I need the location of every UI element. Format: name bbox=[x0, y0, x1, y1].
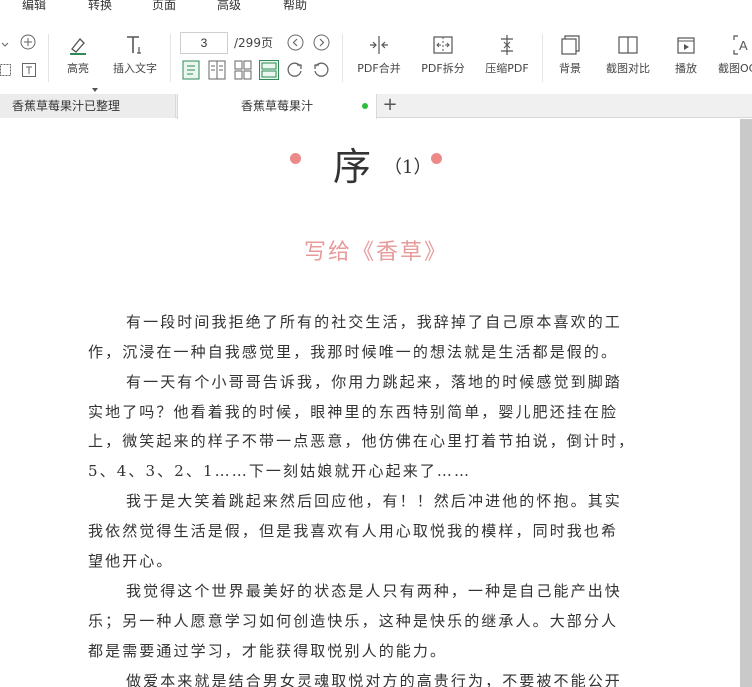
text-line: 乐；另一种人愿意学习如何创造快乐，这种是快乐的继承人。大部分人 bbox=[88, 612, 619, 630]
tab-active-file[interactable]: 香蕉草莓果汁 bbox=[177, 94, 377, 119]
svg-text:A: A bbox=[739, 38, 748, 53]
text-line: 实地了吗？他看着我的时候，眼神里的东西特别简单，婴儿肥还挂在脸 bbox=[88, 403, 619, 421]
prev-page-icon[interactable] bbox=[287, 34, 304, 55]
highlight-button[interactable]: 高亮 bbox=[60, 34, 96, 76]
insert-text-label: 插入文字 bbox=[113, 62, 157, 75]
compress-pdf-button[interactable]: 压缩PDF bbox=[482, 34, 532, 76]
vertical-scrollbar[interactable] bbox=[740, 119, 752, 687]
toolbar: 高亮 插入文字 3 /299页 PDF合并 PDF拆分 压缩PDF 背景 截图对… bbox=[0, 14, 752, 94]
highlight-label: 高亮 bbox=[67, 62, 89, 75]
double-page-icon[interactable] bbox=[208, 60, 226, 84]
screenshot-compare-button[interactable]: 截图对比 bbox=[602, 34, 654, 76]
menu-convert[interactable]: 转换 bbox=[88, 0, 112, 13]
pdf-merge-button[interactable]: PDF合并 bbox=[354, 34, 404, 76]
add-tab-button[interactable]: + bbox=[380, 94, 400, 118]
insert-text-button[interactable]: 插入文字 bbox=[108, 34, 162, 76]
page-title-number: （1） bbox=[384, 157, 432, 178]
continuous-scroll-icon[interactable] bbox=[259, 60, 279, 84]
text-select-icon[interactable] bbox=[22, 62, 36, 81]
menu-help[interactable]: 帮助 bbox=[283, 0, 307, 13]
fit-page-icon[interactable] bbox=[0, 62, 12, 81]
zoom-in-icon[interactable] bbox=[20, 34, 36, 54]
text-line: 有一段时间我拒绝了所有的社交生活，我辞掉了自己原本喜欢的工 bbox=[126, 313, 622, 331]
ocr-label: 截图OCR bbox=[718, 62, 752, 75]
text-line: 都是需要通过学习，才能获得取悦别人的能力。 bbox=[88, 642, 448, 660]
tab-organized-file[interactable]: 香蕉草莓果汁已整理 bbox=[0, 94, 176, 118]
text-icon bbox=[127, 36, 141, 54]
play-icon bbox=[677, 37, 695, 54]
single-page-icon[interactable] bbox=[182, 60, 200, 84]
play-label: 播放 bbox=[675, 62, 697, 75]
text-line: 作，沉浸在一种自我感觉里，我那时候唯一的想法就是生活都是假的。 bbox=[88, 343, 619, 361]
pdf-split-button[interactable]: PDF拆分 bbox=[418, 34, 468, 76]
page-subtitle: 写给《香草》 bbox=[304, 240, 449, 265]
compare-icon bbox=[618, 36, 638, 54]
pdf-split-label: PDF拆分 bbox=[421, 62, 465, 75]
play-button[interactable]: 播放 bbox=[670, 34, 702, 76]
next-page-icon[interactable] bbox=[313, 34, 330, 55]
dropdown-arrow-icon[interactable] bbox=[0, 36, 10, 55]
background-button[interactable]: 背景 bbox=[554, 34, 586, 76]
menu-edit[interactable]: 编辑 bbox=[22, 0, 46, 13]
ocr-icon: A bbox=[733, 35, 748, 55]
ocr-button[interactable]: A 截图OCR bbox=[718, 34, 752, 76]
background-icon bbox=[561, 35, 580, 55]
tab-bar: 香蕉草莓果汁已整理 香蕉草莓果汁 + bbox=[0, 94, 752, 119]
merge-icon bbox=[370, 36, 388, 54]
tab-active-label: 香蕉草莓果汁 bbox=[240, 99, 313, 113]
text-line: 5、4、3、2、1……下一刻姑娘就开心起来了…… bbox=[88, 462, 472, 480]
rotate-right-icon[interactable] bbox=[286, 61, 304, 83]
compress-pdf-label: 压缩PDF bbox=[485, 62, 529, 75]
decorative-dot-left bbox=[290, 153, 301, 164]
menu-bar: 编辑 转换 页面 高级 帮助 bbox=[0, 0, 752, 14]
text-line: 做爱本来就是结合男女灵魂取悦对方的高贵行为，不要被不能公开 bbox=[126, 672, 622, 687]
text-line: 有一天有个小哥哥告诉我，你用力跳起来，落地的时候感觉到脚踏 bbox=[126, 373, 622, 391]
text-line: 我觉得这个世界最美好的状态是人只有两种，一种是自己能产出快 bbox=[126, 582, 622, 600]
compress-icon bbox=[501, 35, 513, 55]
grid-view-icon[interactable] bbox=[234, 60, 252, 84]
decorative-dot-right bbox=[431, 153, 442, 164]
rotate-left-icon[interactable] bbox=[312, 61, 330, 83]
text-line: 望他开心。 bbox=[88, 552, 174, 570]
text-line: 我于是大笑着跳起来然后回应他，有！！然后冲进他的怀抱。其实 bbox=[126, 492, 622, 510]
document-viewer[interactable]: 序 （1） 写给《香草》 有一段时间我拒绝了所有的社交生活，我辞掉了自己原本喜欢… bbox=[0, 119, 752, 687]
page-number-input[interactable]: 3 bbox=[180, 32, 228, 54]
page-title: 序 bbox=[333, 145, 372, 189]
total-pages: /299页 bbox=[234, 36, 273, 50]
menu-advanced[interactable]: 高级 bbox=[217, 0, 241, 13]
menu-page[interactable]: 页面 bbox=[152, 0, 176, 13]
background-label: 背景 bbox=[559, 62, 581, 75]
text-line: 我依然觉得生活是假，但是我喜欢有人用心取悦我的模样，同时我也希 bbox=[88, 522, 619, 540]
unsaved-indicator-icon bbox=[362, 103, 368, 109]
text-line: 上，微笑起来的样子不带一点恶意，他仿佛在心里打着节拍说，倒计时， bbox=[88, 432, 636, 450]
split-icon bbox=[433, 36, 453, 54]
pdf-page: 序 （1） 写给《香草》 有一段时间我拒绝了所有的社交生活，我辞掉了自己原本喜欢… bbox=[0, 119, 740, 687]
highlighter-icon bbox=[70, 38, 86, 55]
pdf-merge-label: PDF合并 bbox=[357, 62, 401, 75]
screenshot-compare-label: 截图对比 bbox=[606, 62, 650, 75]
